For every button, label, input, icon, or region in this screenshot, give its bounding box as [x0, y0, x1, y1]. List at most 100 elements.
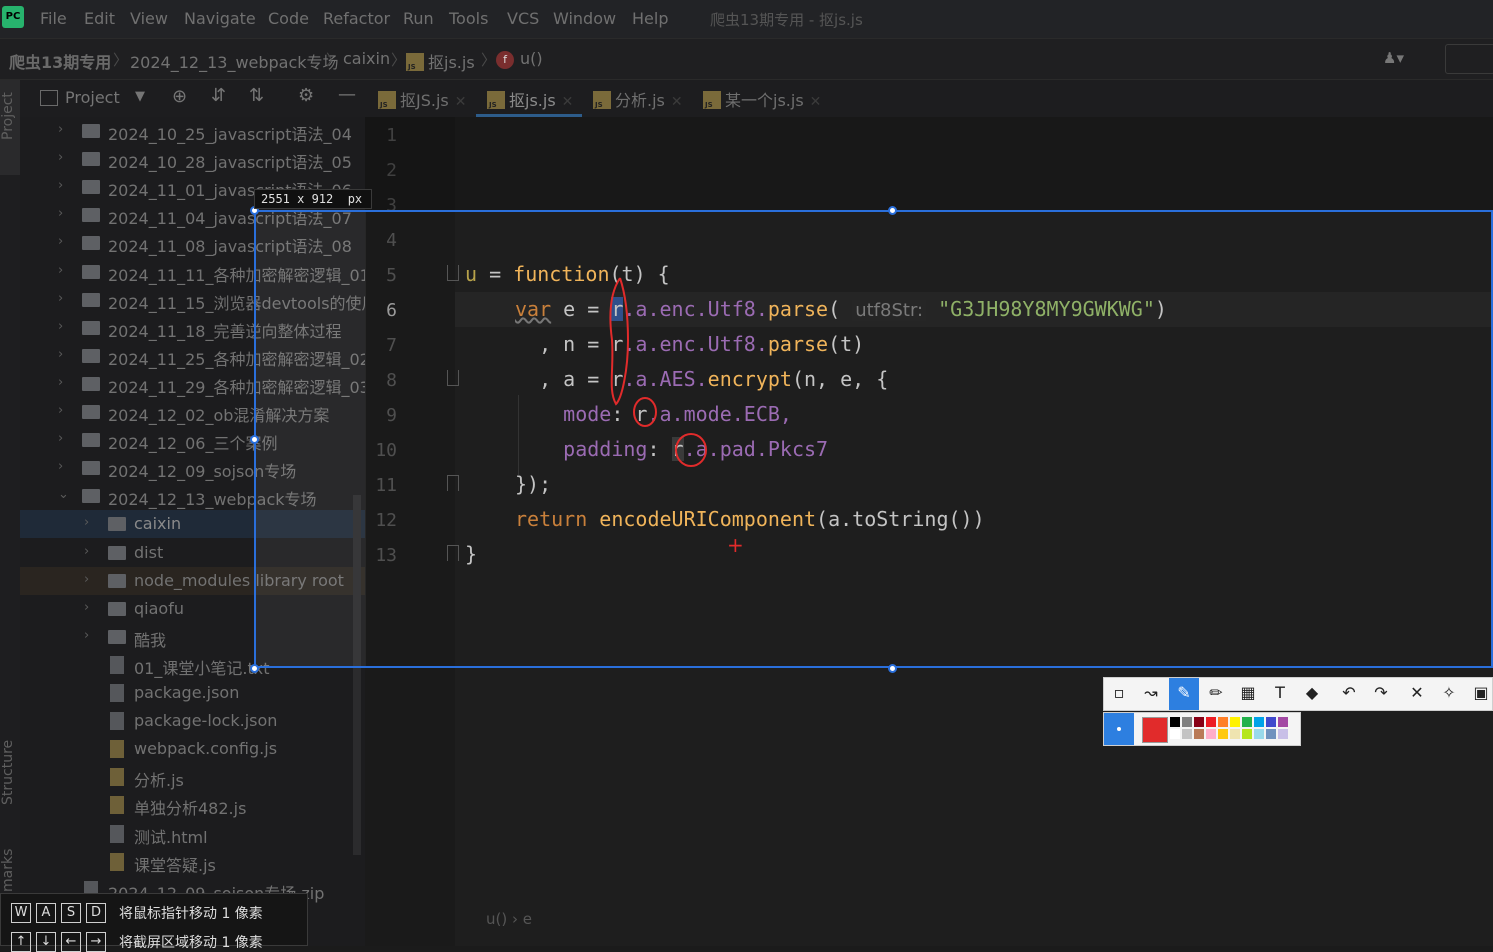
color-swatch[interactable]	[1182, 717, 1192, 727]
close-icon[interactable]: ✕	[455, 94, 467, 110]
breadcrumb-file[interactable]: 抠js.js	[406, 49, 475, 73]
color-swatch[interactable]	[1254, 717, 1264, 727]
color-swatch[interactable]	[1218, 717, 1228, 727]
tab-fenxi[interactable]: 分析.js✕	[593, 87, 683, 111]
chevron-right-icon[interactable]: ›	[58, 403, 63, 418]
undo-icon[interactable]: ↶	[1338, 682, 1360, 704]
color-swatch[interactable]	[1194, 717, 1204, 727]
color-swatch[interactable]	[1242, 717, 1252, 727]
chevron-right-icon[interactable]: ›	[58, 150, 63, 165]
tree-file-row[interactable]: package.json	[20, 679, 365, 707]
current-color-swatch[interactable]	[1142, 717, 1168, 743]
menu-refactor[interactable]: Refactor	[323, 9, 390, 28]
user-icon[interactable]: ♟▾	[1383, 49, 1404, 67]
close-icon[interactable]: ✕	[810, 94, 822, 110]
tree-file-row[interactable]: 分析.js	[20, 763, 365, 791]
chevron-right-icon[interactable]: ›	[58, 319, 63, 334]
chevron-right-icon[interactable]: ›	[84, 544, 89, 559]
menu-help[interactable]: Help	[632, 9, 668, 28]
save-icon[interactable]: ▣	[1470, 682, 1492, 704]
editor-breadcrumb-footer[interactable]: u() › e	[486, 910, 532, 928]
breadcrumb-folder[interactable]: 2024_12_13_webpack专场	[130, 49, 339, 73]
breadcrumb-function[interactable]: f u()	[496, 49, 543, 69]
marker-icon[interactable]: ✏	[1205, 682, 1227, 704]
chevron-down-icon[interactable]: ▼	[135, 89, 145, 104]
brush-size-button[interactable]	[1104, 713, 1134, 745]
resize-handle[interactable]	[888, 206, 897, 215]
color-swatch[interactable]	[1182, 729, 1192, 739]
text-icon[interactable]: T	[1269, 682, 1291, 704]
chevron-right-icon[interactable]: ›	[84, 572, 89, 587]
mosaic-icon[interactable]: ▦	[1237, 682, 1259, 704]
chevron-down-icon[interactable]: ⌄	[58, 487, 69, 502]
chevron-right-icon[interactable]: ›	[58, 347, 63, 362]
color-swatch[interactable]	[1170, 717, 1180, 727]
gear-icon[interactable]: ⚙	[298, 85, 314, 106]
menu-view[interactable]: View	[130, 9, 168, 28]
color-swatch[interactable]	[1254, 729, 1264, 739]
expand-all-icon[interactable]: ⇵	[211, 85, 226, 106]
locate-icon[interactable]: ⊕	[172, 86, 187, 107]
color-swatch[interactable]	[1242, 729, 1252, 739]
color-swatch[interactable]	[1206, 717, 1216, 727]
menu-window[interactable]: Window	[553, 9, 616, 28]
chevron-right-icon[interactable]: ›	[84, 515, 89, 530]
tab-koujs-active[interactable]: 抠js.js✕	[487, 87, 573, 111]
tree-file-row[interactable]: package-lock.json	[20, 707, 365, 735]
resize-handle[interactable]	[250, 664, 259, 673]
color-swatch[interactable]	[1230, 729, 1240, 739]
color-swatch[interactable]	[1206, 729, 1216, 739]
menu-edit[interactable]: Edit	[84, 9, 115, 28]
chevron-right-icon[interactable]: ›	[58, 206, 63, 221]
rectangle-icon[interactable]: ▫	[1108, 682, 1130, 704]
color-swatch[interactable]	[1278, 729, 1288, 739]
tree-file-row[interactable]: webpack.config.js	[20, 735, 365, 763]
structure-strip-label[interactable]: Structure	[0, 740, 16, 805]
project-view-label[interactable]: Project	[65, 88, 120, 107]
chevron-right-icon[interactable]: ›	[58, 234, 63, 249]
tab-koujs-upper[interactable]: 抠JS.js✕	[378, 87, 466, 111]
capture-selection-box[interactable]	[254, 210, 1493, 668]
tab-mouyige[interactable]: 某一个js.js✕	[703, 87, 821, 111]
chevron-right-icon[interactable]: ›	[58, 291, 63, 306]
redo-icon[interactable]: ↷	[1370, 682, 1392, 704]
pin-icon[interactable]: ✧	[1438, 682, 1460, 704]
menu-run[interactable]: Run	[403, 9, 434, 28]
menu-vcs[interactable]: VCS	[507, 9, 539, 28]
minimize-icon[interactable]: —	[338, 84, 356, 105]
project-strip-label[interactable]: Project	[0, 92, 16, 140]
close-icon[interactable]: ✕	[562, 94, 574, 110]
close-icon[interactable]: ✕	[1406, 682, 1428, 704]
chevron-right-icon[interactable]: ›	[58, 459, 63, 474]
chevron-right-icon[interactable]: ›	[58, 122, 63, 137]
eraser-icon[interactable]: ◆	[1301, 682, 1323, 704]
chevron-right-icon[interactable]: ›	[84, 600, 89, 615]
menu-code[interactable]: Code	[268, 9, 309, 28]
resize-handle[interactable]	[250, 435, 259, 444]
color-swatch[interactable]	[1218, 729, 1228, 739]
chevron-right-icon[interactable]: ›	[58, 375, 63, 390]
resize-handle[interactable]	[888, 664, 897, 673]
tree-file-row[interactable]: 测试.html	[20, 820, 365, 848]
tree-folder-row[interactable]: › 2024_10_25_javascript语法_04	[20, 117, 365, 145]
color-swatch[interactable]	[1230, 717, 1240, 727]
tree-file-row[interactable]: 单独分析482.js	[20, 791, 365, 819]
chevron-right-icon[interactable]: ›	[84, 628, 89, 643]
color-swatch[interactable]	[1278, 717, 1288, 727]
menu-file[interactable]: File	[40, 9, 67, 28]
bookmarks-strip-label[interactable]: marks	[0, 849, 16, 892]
chevron-right-icon[interactable]: ›	[58, 178, 63, 193]
polyline-icon[interactable]: ↝	[1140, 682, 1162, 704]
collapse-all-icon[interactable]: ⇅	[249, 85, 264, 106]
tree-folder-row[interactable]: › 2024_10_28_javascript语法_05	[20, 145, 365, 173]
chevron-right-icon[interactable]: ›	[58, 431, 63, 446]
chevron-right-icon[interactable]: ›	[58, 263, 63, 278]
color-swatch[interactable]	[1194, 729, 1204, 739]
color-swatch[interactable]	[1266, 717, 1276, 727]
breadcrumb-subfolder[interactable]: caixin	[343, 49, 390, 68]
breadcrumb-project[interactable]: 爬虫13期专用	[9, 49, 111, 73]
tree-file-row[interactable]: 课堂答疑.js	[20, 848, 365, 876]
color-swatch[interactable]	[1266, 729, 1276, 739]
close-icon[interactable]: ✕	[671, 94, 683, 110]
pen-icon[interactable]: ✎	[1173, 682, 1195, 704]
